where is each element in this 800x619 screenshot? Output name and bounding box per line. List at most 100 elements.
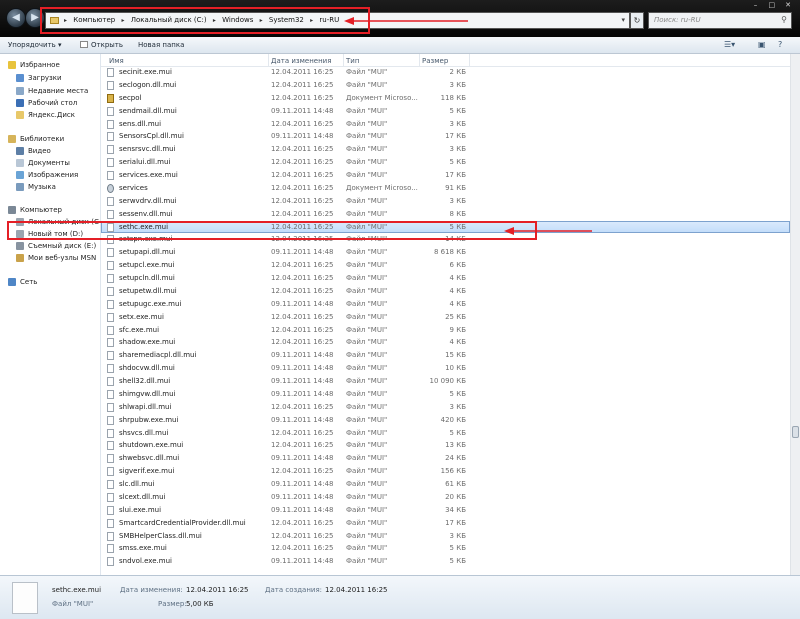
table-row[interactable]: shwebsvc.dll.mui 09.11.2011 14:48 Файл "MU…: [101, 452, 790, 465]
sidebar-item-libraries[interactable]: Библиотеки: [8, 135, 64, 143]
details-modified-value: 12.04.2011 16:25: [186, 586, 249, 594]
file-size: 10 КБ: [445, 364, 466, 373]
file-type: Файл "MUI": [346, 402, 388, 411]
open-button[interactable]: Открыть: [80, 41, 123, 49]
view-options-icon[interactable]: ☰▾: [724, 40, 735, 49]
details-file-name: sethc.exe.mui: [52, 586, 102, 594]
table-row[interactable]: serwvdrv.dll.mui 12.04.2011 16:25 Файл "MU…: [101, 195, 790, 208]
table-row[interactable]: services.exe.mui 12.04.2011 16:25 Файл "MU…: [101, 169, 790, 182]
column-divider[interactable]: [419, 54, 420, 66]
table-row[interactable]: shadow.exe.mui 12.04.2011 16:25 Файл "MUI"…: [101, 336, 790, 349]
table-row[interactable]: smss.exe.mui 12.04.2011 16:25 Файл "MUI" 5 …: [101, 542, 790, 555]
sidebar-item-computer[interactable]: Компьютер: [8, 206, 62, 214]
file-type: Файл "MUI": [346, 299, 388, 308]
file-icon: [107, 209, 114, 219]
table-row[interactable]: sens.dll.mui 12.04.2011 16:25 Файл "MUI" 3 …: [101, 118, 790, 131]
file-icon: [107, 351, 114, 361]
file-date: 09.11.2011 14:48: [271, 132, 334, 141]
refresh-button[interactable]: ↻: [630, 12, 644, 29]
chevron-down-icon[interactable]: ▾: [621, 16, 625, 24]
sidebar-item-removable[interactable]: Съемный диск (E:): [16, 242, 96, 250]
sidebar-item-desktop[interactable]: Рабочий стол: [16, 99, 77, 107]
column-header-type[interactable]: Тип: [346, 57, 359, 65]
scrollbar-thumb[interactable]: [792, 426, 799, 438]
table-row[interactable]: shlwapi.dll.mui 12.04.2011 16:25 Файл "MUI…: [101, 401, 790, 414]
table-row[interactable]: setupcln.dll.mui 12.04.2011 16:25 Файл "MU…: [101, 272, 790, 285]
table-row[interactable]: slcext.dll.mui 09.11.2011 14:48 Файл "MUI"…: [101, 491, 790, 504]
table-row[interactable]: shdocvw.dll.mui 09.11.2011 14:48 Файл "MUI…: [101, 362, 790, 375]
maximize-icon[interactable]: □: [766, 1, 778, 9]
column-header-size[interactable]: Размер: [422, 57, 448, 65]
table-row[interactable]: sfc.exe.mui 12.04.2011 16:25 Файл "MUI" 9 К…: [101, 324, 790, 337]
table-row[interactable]: slui.exe.mui 09.11.2011 14:48 Файл "MUI" 34…: [101, 504, 790, 517]
table-row[interactable]: seclogon.dll.mui 12.04.2011 16:25 Файл "MU…: [101, 79, 790, 92]
table-row[interactable]: secinit.exe.mui 12.04.2011 16:25 Файл "MUI…: [101, 66, 790, 79]
new-folder-button[interactable]: Новая папка: [138, 41, 184, 49]
table-row[interactable]: SMBHelperClass.dll.mui 12.04.2011 16:25 Фа…: [101, 530, 790, 543]
table-row[interactable]: setupcl.exe.mui 12.04.2011 16:25 Файл "MUI…: [101, 259, 790, 272]
search-icon[interactable]: ⚲: [781, 15, 787, 24]
table-row[interactable]: serialui.dll.mui 12.04.2011 16:25 Файл "MU…: [101, 156, 790, 169]
sidebar-item-yandex-disk[interactable]: Яндекс.Диск: [16, 111, 75, 119]
details-created-value: 12.04.2011 16:25: [325, 586, 388, 594]
column-divider[interactable]: [268, 54, 269, 66]
removable-drive-icon: [16, 242, 24, 250]
column-divider[interactable]: [469, 54, 470, 66]
vertical-scrollbar[interactable]: [790, 54, 800, 575]
table-row[interactable]: services 12.04.2011 16:25 Документ Microso…: [101, 182, 790, 195]
table-row[interactable]: secpol 12.04.2011 16:25 Документ Microso..…: [101, 92, 790, 105]
organize-button[interactable]: Упорядочить ▾: [8, 41, 62, 49]
sidebar-item-favorites[interactable]: Избранное: [8, 61, 60, 69]
table-row[interactable]: sessenv.dll.mui 12.04.2011 16:25 Файл "MUI…: [101, 208, 790, 221]
table-row[interactable]: SensorsCpl.dll.mui 09.11.2011 14:48 Файл "…: [101, 130, 790, 143]
table-row[interactable]: setupetw.dll.mui 12.04.2011 16:25 Файл "MU…: [101, 285, 790, 298]
table-row[interactable]: shutdown.exe.mui 12.04.2011 16:25 Файл "MU…: [101, 439, 790, 452]
sidebar-item-documents[interactable]: Документы: [16, 159, 70, 167]
close-icon[interactable]: ✕: [782, 1, 794, 9]
table-row[interactable]: shell32.dll.mui 09.11.2011 14:48 Файл "MUI…: [101, 375, 790, 388]
column-header-name[interactable]: Имя: [109, 57, 124, 65]
search-input[interactable]: Поиск: ru-RU ⚲: [648, 12, 792, 29]
table-row[interactable]: setupugc.exe.mui 09.11.2011 14:48 Файл "MU…: [101, 298, 790, 311]
preview-pane-icon[interactable]: ▣: [758, 40, 766, 49]
file-type: Файл "MUI": [346, 171, 388, 179]
file-date: 12.04.2011 16:25: [271, 531, 334, 540]
table-row[interactable]: shimgvw.dll.mui 09.11.2011 14:48 Файл "MUI…: [101, 388, 790, 401]
file-date: 12.04.2011 16:25: [271, 93, 334, 102]
file-date: 09.11.2011 14:48: [271, 248, 334, 257]
column-divider[interactable]: [343, 54, 344, 66]
table-row[interactable]: shrpubw.exe.mui 09.11.2011 14:48 Файл "MUI…: [101, 414, 790, 427]
column-header-date[interactable]: Дата изменения: [271, 57, 331, 65]
table-row[interactable]: sharemediacpl.dll.mui 09.11.2011 14:48 Фай…: [101, 349, 790, 362]
table-row[interactable]: shsvcs.dll.mui 12.04.2011 16:25 Файл "MUI"…: [101, 427, 790, 440]
sidebar-item-downloads[interactable]: Загрузки: [16, 74, 62, 82]
sidebar-item-video[interactable]: Видео: [16, 147, 51, 155]
sidebar-item-msn[interactable]: Мои веб-узлы MSN: [16, 254, 96, 262]
table-row[interactable]: sendmail.dll.mui 09.11.2011 14:48 Файл "MU…: [101, 105, 790, 118]
help-icon[interactable]: ?: [778, 40, 782, 49]
table-row[interactable]: sndvol.exe.mui 09.11.2011 14:48 Файл "MUI"…: [101, 555, 790, 568]
table-row[interactable]: sensrsvc.dll.mui 12.04.2011 16:25 Файл "MU…: [101, 143, 790, 156]
table-row[interactable]: SmartcardCredentialProvider.dll.mui 12.04…: [101, 517, 790, 530]
sidebar-item-network[interactable]: Сеть: [8, 278, 37, 286]
table-row[interactable]: sigverif.exe.mui 12.04.2011 16:25 Файл "MU…: [101, 465, 790, 478]
file-name: sessenv.dll.mui: [119, 209, 173, 218]
sidebar-item-recent[interactable]: Недавние места: [16, 87, 88, 95]
file-name: sharemediacpl.dll.mui: [119, 351, 197, 360]
details-size-value: 5,00 КБ: [186, 600, 214, 608]
file-size: 6 КБ: [449, 261, 466, 270]
table-row[interactable]: slc.dll.mui 09.11.2011 14:48 Файл "MUI" 61 …: [101, 478, 790, 491]
back-button[interactable]: ◀: [6, 8, 26, 28]
details-pane: sethc.exe.mui Файл "MUI" Дата изменения:…: [0, 575, 800, 619]
file-size: 25 КБ: [445, 312, 466, 321]
file-icon: [107, 531, 114, 541]
table-row[interactable]: setupapi.dll.mui 09.11.2011 14:48 Файл "MU…: [101, 246, 790, 259]
file-icon: [107, 274, 114, 283]
file-name: services: [119, 183, 148, 192]
sidebar-item-images[interactable]: Изображения: [16, 171, 78, 179]
file-type: Файл "MUI": [346, 209, 388, 218]
sidebar-item-music[interactable]: Музыка: [16, 183, 56, 191]
open-icon: [80, 41, 88, 48]
table-row[interactable]: setx.exe.mui 12.04.2011 16:25 Файл "MUI" 25…: [101, 311, 790, 324]
minimize-icon[interactable]: –: [750, 1, 762, 9]
